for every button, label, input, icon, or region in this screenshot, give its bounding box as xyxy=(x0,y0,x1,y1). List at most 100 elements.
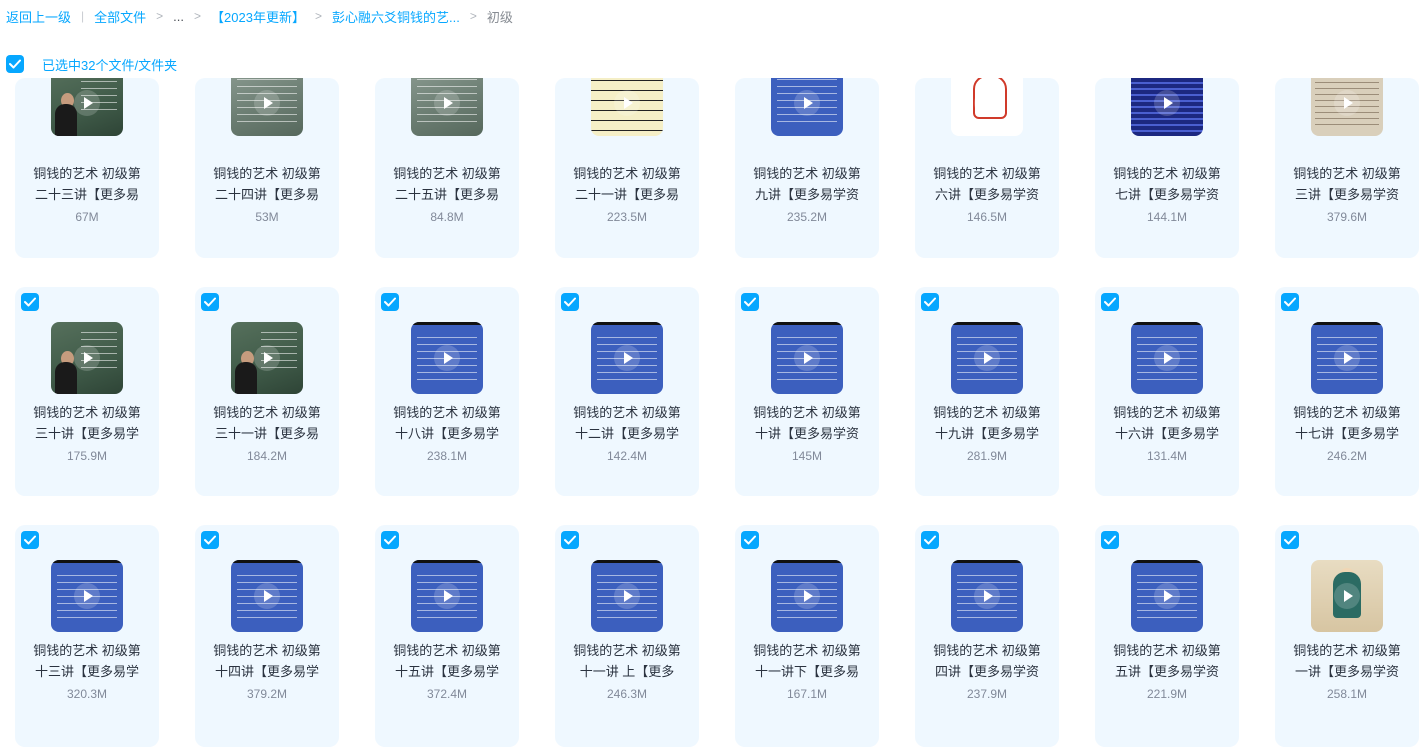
file-card[interactable]: 铜钱的艺术 初级第 三十一讲【更多易 184.2M xyxy=(195,287,339,496)
video-thumbnail[interactable] xyxy=(231,322,303,394)
file-card[interactable]: 铜钱的艺术 初级第 十一讲下【更多易 167.1M xyxy=(735,525,879,747)
file-name-line: 九讲【更多易学资 xyxy=(754,187,859,202)
play-icon xyxy=(1154,583,1180,609)
video-thumbnail[interactable] xyxy=(51,322,123,394)
file-name[interactable]: 铜钱的艺术 初级第 二十一讲【更多易 xyxy=(561,163,693,205)
file-name[interactable]: 铜钱的艺术 初级第 三十讲【更多易学 xyxy=(21,402,153,444)
file-checkbox[interactable] xyxy=(1281,531,1299,549)
file-checkbox[interactable] xyxy=(201,293,219,311)
file-card[interactable]: 铜钱的艺术 初级第 一讲【更多易学资 258.1M xyxy=(1275,525,1419,747)
file-card[interactable]: 铜钱的艺术 初级第 三讲【更多易学资 379.6M xyxy=(1275,78,1419,258)
video-thumbnail[interactable] xyxy=(1311,560,1383,632)
file-checkbox[interactable] xyxy=(1101,531,1119,549)
file-name[interactable]: 铜钱的艺术 初级第 七讲【更多易学资 xyxy=(1101,163,1233,205)
file-name[interactable]: 铜钱的艺术 初级第 三讲【更多易学资 xyxy=(1281,163,1413,205)
file-size: 379.6M xyxy=(1326,210,1368,224)
file-card[interactable]: 铜钱的艺术 初级第 十五讲【更多易学 372.4M xyxy=(375,525,519,747)
file-card[interactable]: 铜钱的艺术 初级第 十八讲【更多易学 238.1M xyxy=(375,287,519,496)
file-name[interactable]: 铜钱的艺术 初级第 二十四讲【更多易 xyxy=(201,163,333,205)
file-card[interactable]: 铜钱的艺术 初级第 五讲【更多易学资 221.9M xyxy=(1095,525,1239,747)
file-checkbox[interactable] xyxy=(381,293,399,311)
video-thumbnail[interactable] xyxy=(411,78,483,136)
play-icon xyxy=(974,583,1000,609)
file-checkbox[interactable] xyxy=(21,531,39,549)
file-name[interactable]: 铜钱的艺术 初级第 十二讲【更多易学 xyxy=(561,402,693,444)
file-checkbox[interactable] xyxy=(741,293,759,311)
video-thumbnail[interactable] xyxy=(1311,322,1383,394)
file-card[interactable]: 铜钱的艺术 初级第 十讲【更多易学资 145M xyxy=(735,287,879,496)
file-card[interactable]: 铜钱的艺术 初级第 三十讲【更多易学 175.9M xyxy=(15,287,159,496)
file-name[interactable]: 铜钱的艺术 初级第 十讲【更多易学资 xyxy=(741,402,873,444)
video-thumbnail[interactable] xyxy=(771,322,843,394)
video-thumbnail[interactable] xyxy=(411,560,483,632)
video-thumbnail[interactable] xyxy=(771,560,843,632)
video-thumbnail[interactable] xyxy=(771,78,843,136)
file-checkbox[interactable] xyxy=(1281,293,1299,311)
file-name[interactable]: 铜钱的艺术 初级第 五讲【更多易学资 xyxy=(1101,640,1233,682)
play-icon xyxy=(794,345,820,371)
video-thumbnail[interactable] xyxy=(51,78,123,136)
file-checkbox[interactable] xyxy=(561,293,579,311)
file-card[interactable]: 铜钱的艺术 初级第 七讲【更多易学资 144.1M xyxy=(1095,78,1239,258)
file-size: 258.1M xyxy=(1326,687,1368,701)
file-checkbox[interactable] xyxy=(1101,293,1119,311)
file-card[interactable]: 铜钱的艺术 初级第 十二讲【更多易学 142.4M xyxy=(555,287,699,496)
file-name[interactable]: 铜钱的艺术 初级第 九讲【更多易学资 xyxy=(741,163,873,205)
video-thumbnail[interactable] xyxy=(411,322,483,394)
play-icon xyxy=(74,345,100,371)
file-name[interactable]: 铜钱的艺术 初级第 六讲【更多易学资 xyxy=(921,163,1053,205)
file-name[interactable]: 铜钱的艺术 初级第 十八讲【更多易学 xyxy=(381,402,513,444)
video-thumbnail[interactable] xyxy=(1311,78,1383,136)
file-name[interactable]: 铜钱的艺术 初级第 三十一讲【更多易 xyxy=(201,402,333,444)
video-thumbnail[interactable] xyxy=(951,560,1023,632)
file-checkbox[interactable] xyxy=(381,531,399,549)
video-thumbnail[interactable] xyxy=(1131,78,1203,136)
file-card[interactable]: 铜钱的艺术 初级第 四讲【更多易学资 237.9M xyxy=(915,525,1059,747)
file-name[interactable]: 铜钱的艺术 初级第 四讲【更多易学资 xyxy=(921,640,1053,682)
file-card[interactable]: 铜钱的艺术 初级第 十一讲 上【更多 246.3M xyxy=(555,525,699,747)
video-thumbnail[interactable] xyxy=(51,560,123,632)
file-card[interactable]: 铜钱的艺术 初级第 九讲【更多易学资 235.2M xyxy=(735,78,879,258)
file-name[interactable]: 铜钱的艺术 初级第 十三讲【更多易学 xyxy=(21,640,153,682)
file-card[interactable]: 铜钱的艺术 初级第 十六讲【更多易学 131.4M xyxy=(1095,287,1239,496)
video-thumbnail[interactable] xyxy=(231,78,303,136)
check-icon xyxy=(204,297,216,307)
file-name[interactable]: 铜钱的艺术 初级第 二十五讲【更多易 xyxy=(381,163,513,205)
video-thumbnail[interactable] xyxy=(951,322,1023,394)
file-card[interactable]: 铜钱的艺术 初级第 十九讲【更多易学 281.9M xyxy=(915,287,1059,496)
file-name-line: 铜钱的艺术 初级第 xyxy=(933,643,1041,658)
video-thumbnail[interactable] xyxy=(1131,560,1203,632)
file-card[interactable]: 铜钱的艺术 初级第 六讲【更多易学资 146.5M xyxy=(915,78,1059,258)
file-grid: 铜钱的艺术 初级第 二十三讲【更多易 67M 铜钱的艺术 初级第 二十四讲【更多易 53M… xyxy=(0,0,1424,747)
file-name[interactable]: 铜钱的艺术 初级第 十七讲【更多易学 xyxy=(1281,402,1413,444)
file-name[interactable]: 铜钱的艺术 初级第 十五讲【更多易学 xyxy=(381,640,513,682)
file-card[interactable]: 铜钱的艺术 初级第 十三讲【更多易学 320.3M xyxy=(15,525,159,747)
file-checkbox[interactable] xyxy=(741,531,759,549)
file-checkbox[interactable] xyxy=(561,531,579,549)
video-thumbnail[interactable] xyxy=(591,560,663,632)
file-card[interactable]: 铜钱的艺术 初级第 十七讲【更多易学 246.2M xyxy=(1275,287,1419,496)
file-checkbox[interactable] xyxy=(21,293,39,311)
file-name-line: 十二讲【更多易学 xyxy=(574,426,679,441)
file-checkbox[interactable] xyxy=(921,531,939,549)
file-card[interactable]: 铜钱的艺术 初级第 二十五讲【更多易 84.8M xyxy=(375,78,519,258)
file-checkbox[interactable] xyxy=(921,293,939,311)
file-card[interactable]: 铜钱的艺术 初级第 二十三讲【更多易 67M xyxy=(15,78,159,258)
file-name[interactable]: 铜钱的艺术 初级第 十六讲【更多易学 xyxy=(1101,402,1233,444)
file-card[interactable]: 铜钱的艺术 初级第 二十一讲【更多易 223.5M xyxy=(555,78,699,258)
video-thumbnail[interactable] xyxy=(591,78,663,136)
file-name[interactable]: 铜钱的艺术 初级第 二十三讲【更多易 xyxy=(21,163,153,205)
file-name[interactable]: 铜钱的艺术 初级第 十一讲下【更多易 xyxy=(741,640,873,682)
file-checkbox[interactable] xyxy=(201,531,219,549)
file-size: 175.9M xyxy=(66,449,108,463)
file-name[interactable]: 铜钱的艺术 初级第 一讲【更多易学资 xyxy=(1281,640,1413,682)
video-thumbnail[interactable] xyxy=(591,322,663,394)
video-thumbnail[interactable] xyxy=(231,560,303,632)
video-thumbnail[interactable] xyxy=(951,78,1023,136)
file-name[interactable]: 铜钱的艺术 初级第 十四讲【更多易学 xyxy=(201,640,333,682)
video-thumbnail[interactable] xyxy=(1131,322,1203,394)
file-name[interactable]: 铜钱的艺术 初级第 十九讲【更多易学 xyxy=(921,402,1053,444)
file-card[interactable]: 铜钱的艺术 初级第 二十四讲【更多易 53M xyxy=(195,78,339,258)
file-card[interactable]: 铜钱的艺术 初级第 十四讲【更多易学 379.2M xyxy=(195,525,339,747)
file-name[interactable]: 铜钱的艺术 初级第 十一讲 上【更多 xyxy=(561,640,693,682)
